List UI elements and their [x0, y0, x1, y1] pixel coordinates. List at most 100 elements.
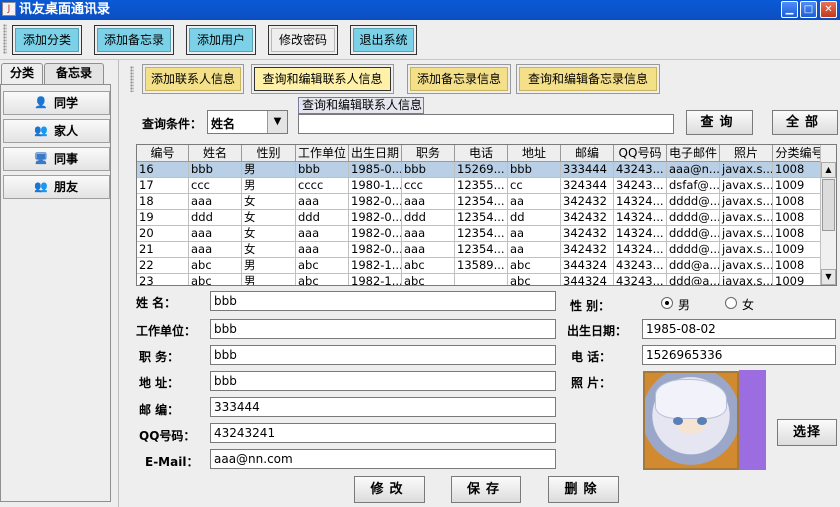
column-header[interactable]: 姓名: [189, 145, 242, 162]
table-cell: ccc: [189, 178, 242, 194]
phone-label: 电 话：: [571, 350, 612, 364]
table-cell: dsfaf@...: [667, 178, 720, 194]
column-header[interactable]: 地址: [508, 145, 561, 162]
table-row[interactable]: 17 ccc 男 cccc 1980-1... ccc 12355... cc 324344 34…: [137, 178, 827, 194]
table-cell: aaa: [189, 242, 242, 258]
panel-splitter[interactable]: [118, 60, 126, 507]
table-scrollbar[interactable]: ▲ ▼: [820, 145, 836, 285]
delete-button[interactable]: 删除: [548, 476, 619, 503]
category-item-classmates[interactable]: 👤 同学: [3, 91, 110, 115]
tab-memo[interactable]: 备忘录: [44, 63, 104, 84]
scroll-down-icon[interactable]: ▼: [821, 269, 836, 285]
add-category-button[interactable]: 添加分类: [12, 25, 82, 55]
table-cell: [455, 274, 508, 285]
table-cell: abc: [189, 258, 242, 274]
tab-category[interactable]: 分类: [1, 63, 43, 85]
query-button[interactable]: 查询: [686, 110, 753, 135]
birth-date-field[interactable]: 1985-08-02: [642, 319, 836, 339]
search-field-select[interactable]: 姓名 ▼: [207, 110, 288, 134]
column-header[interactable]: 电子邮件: [667, 145, 720, 162]
add-contact-button[interactable]: 添加联系人信息: [142, 64, 244, 94]
table-cell: 23: [137, 274, 189, 285]
add-memo-info-button[interactable]: 添加备忘录信息: [407, 64, 511, 94]
table-row[interactable]: 23 abc 男 abc 1982-1... abc abc 344324 43243... dd…: [137, 274, 827, 285]
table-cell: 12354...: [455, 194, 508, 210]
add-user-button[interactable]: 添加用户: [186, 25, 256, 55]
add-memo-info-label: 添加备忘录信息: [410, 67, 508, 91]
table-cell: abc: [402, 258, 455, 274]
email-field[interactable]: aaa@nn.com: [210, 449, 556, 469]
window-title: 讯友桌面通讯录: [19, 2, 111, 17]
table-row[interactable]: 19 ddd 女 ddd 1982-0... ddd 12354... dd 342432 143…: [137, 210, 827, 226]
maximize-button[interactable]: □: [800, 1, 817, 18]
table-row[interactable]: 18 aaa 女 aaa 1982-0... aaa 12354... aa 342432 143…: [137, 194, 827, 210]
table-cell: 344324: [561, 274, 614, 285]
gender-female-radio[interactable]: [725, 297, 737, 309]
gender-male-radio[interactable]: [661, 297, 673, 309]
column-header[interactable]: 电话: [455, 145, 508, 162]
table-cell: 14324...: [614, 210, 667, 226]
change-password-button[interactable]: 修改密码: [268, 25, 338, 55]
table-cell: 男: [242, 178, 296, 194]
query-edit-memo-button[interactable]: 查询和编辑备忘录信息: [516, 64, 660, 94]
column-header[interactable]: 性别: [242, 145, 296, 162]
query-edit-contact-button[interactable]: 查询和编辑联系人信息: [251, 64, 394, 94]
table-cell: dddd@...: [667, 226, 720, 242]
column-header[interactable]: 工作单位: [296, 145, 349, 162]
table-cell: 342432: [561, 194, 614, 210]
table-cell: dddd@...: [667, 210, 720, 226]
category-item-friends[interactable]: 👥 朋友: [3, 175, 110, 199]
search-input[interactable]: [298, 114, 674, 134]
minimize-button[interactable]: ▁: [781, 1, 798, 18]
column-header[interactable]: 分类编号: [773, 145, 827, 162]
column-header[interactable]: QQ号码: [614, 145, 667, 162]
phone-field[interactable]: 1526965336: [642, 345, 836, 365]
close-button[interactable]: ✕: [820, 1, 837, 18]
qq-field[interactable]: 43243241: [210, 423, 556, 443]
address-field[interactable]: bbb: [210, 371, 556, 391]
zip-field[interactable]: 333444: [210, 397, 556, 417]
save-button[interactable]: 保存: [451, 476, 521, 503]
chevron-down-icon[interactable]: ▼: [267, 111, 287, 133]
table-cell: 女: [242, 210, 296, 226]
name-field[interactable]: bbb: [210, 291, 556, 311]
category-item-colleagues[interactable]: 🖥 同事: [3, 147, 110, 171]
column-header[interactable]: 编号: [137, 145, 189, 162]
table-row[interactable]: 21 aaa 女 aaa 1982-0... aaa 12354... aa 342432 143…: [137, 242, 827, 258]
choose-photo-button[interactable]: 选择: [777, 419, 837, 446]
scroll-up-icon[interactable]: ▲: [821, 162, 836, 178]
table-cell: javax.s...: [720, 210, 773, 226]
table-cell: 14324...: [614, 226, 667, 242]
gender-male-label: 男: [678, 298, 691, 312]
toolbar-grip[interactable]: [3, 24, 7, 54]
table-cell: dd: [508, 210, 561, 226]
table-cell: 12354...: [455, 242, 508, 258]
show-all-button[interactable]: 全部: [772, 110, 838, 135]
table-row[interactable]: 16 bbb 男 bbb 1985-0... bbb 15269... bbb 333444 43…: [137, 162, 827, 178]
table-cell: 13589...: [455, 258, 508, 274]
column-header[interactable]: 出生日期: [349, 145, 402, 162]
table-cell: aaa: [189, 194, 242, 210]
exit-system-button[interactable]: 退出系统: [350, 25, 417, 55]
subtoolbar-grip[interactable]: [130, 66, 134, 92]
position-field[interactable]: bbb: [210, 345, 556, 365]
table-row[interactable]: 20 aaa 女 aaa 1982-0... aaa 12354... aa 342432 143…: [137, 226, 827, 242]
column-header[interactable]: 邮编: [561, 145, 614, 162]
table-cell: 1982-0...: [349, 242, 402, 258]
category-item-family[interactable]: 👥 家人: [3, 119, 110, 143]
table-cell: aaa: [402, 226, 455, 242]
table-cell: 1980-1...: [349, 178, 402, 194]
table-cell: cc: [508, 178, 561, 194]
add-memo-button[interactable]: 添加备忘录: [94, 25, 174, 55]
column-header[interactable]: 照片: [720, 145, 773, 162]
table-cell: 43243...: [614, 274, 667, 285]
table-row[interactable]: 22 abc 男 abc 1982-1... abc 13589... abc 344324 43…: [137, 258, 827, 274]
edit-button[interactable]: 修改: [354, 476, 425, 503]
table-cell: bbb: [402, 162, 455, 178]
table-cell: bbb: [296, 162, 349, 178]
table-cell: 1008: [773, 210, 827, 226]
column-header[interactable]: 职务: [402, 145, 455, 162]
scroll-thumb[interactable]: [822, 179, 835, 231]
gender-female-label: 女: [742, 298, 755, 312]
company-field[interactable]: bbb: [210, 319, 556, 339]
